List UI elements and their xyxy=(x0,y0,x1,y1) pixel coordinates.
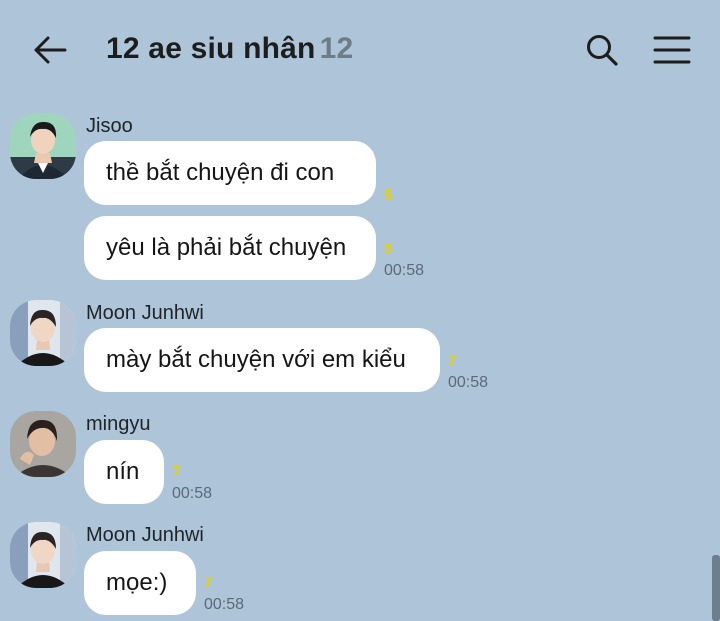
sender-name: mingyu xyxy=(86,413,151,435)
scrollbar[interactable] xyxy=(712,555,720,621)
message-bubble[interactable]: yêu là phải bắt chuyện xyxy=(84,216,376,280)
avatar[interactable] xyxy=(10,522,76,588)
chat-title: 12 ae siu nhân 12 xyxy=(106,32,353,66)
message-bubble[interactable]: mọe:) xyxy=(84,551,196,615)
avatar-photo-icon xyxy=(10,113,76,179)
message-bubble[interactable]: mày bắt chuyện với em kiểu xyxy=(84,328,440,392)
arrow-left-icon xyxy=(34,36,67,64)
message-time: 00:58 xyxy=(172,485,213,502)
sender-name: Moon Junhwi xyxy=(86,524,204,546)
menu-button[interactable] xyxy=(650,30,694,70)
message-text: nín xyxy=(106,458,140,485)
member-count: 12 xyxy=(319,32,354,65)
unread-count: 5 xyxy=(384,187,393,204)
message-text: yêu là phải bắt chuyện xyxy=(106,234,347,261)
unread-count: 7 xyxy=(172,463,181,480)
message-bubble[interactable]: thề bắt chuyện đi con xyxy=(84,141,376,205)
back-button[interactable] xyxy=(30,30,70,70)
search-button[interactable] xyxy=(582,30,622,70)
avatar[interactable] xyxy=(10,411,76,477)
message-time: 00:58 xyxy=(384,262,425,279)
sender-name: Moon Junhwi xyxy=(86,302,204,324)
avatar-photo-icon xyxy=(10,411,76,477)
unread-count: 5 xyxy=(384,240,393,257)
search-icon xyxy=(587,35,618,66)
message-bubble[interactable]: nín xyxy=(84,440,164,504)
hamburger-menu-icon xyxy=(653,36,691,64)
unread-count: 7 xyxy=(448,352,457,369)
message-text: thề bắt chuyện đi con xyxy=(106,159,335,186)
sender-name: Jisoo xyxy=(86,115,133,137)
message-time: 00:58 xyxy=(204,596,245,613)
unread-count: 7 xyxy=(204,574,213,591)
message-text: mày bắt chuyện với em kiểu xyxy=(106,346,406,373)
avatar-photo-icon xyxy=(10,522,76,588)
chat-name: 12 ae siu nhân xyxy=(106,32,316,65)
message-time: 00:58 xyxy=(448,374,489,391)
chat-header: 12 ae siu nhân 12 xyxy=(0,0,720,100)
avatar-photo-icon xyxy=(10,300,76,366)
avatar[interactable] xyxy=(10,113,76,179)
message-text: mọe:) xyxy=(106,569,168,596)
avatar[interactable] xyxy=(10,300,76,366)
